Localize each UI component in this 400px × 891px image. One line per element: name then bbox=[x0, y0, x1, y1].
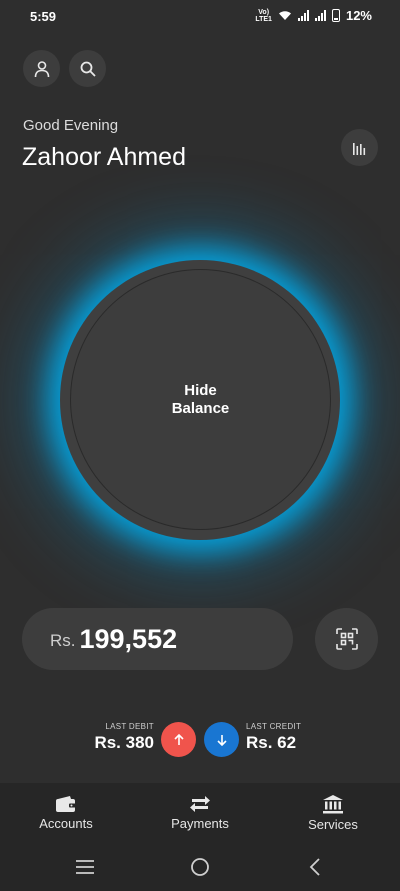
transfer-icon bbox=[190, 796, 210, 812]
battery-icon bbox=[331, 9, 340, 22]
last-credit-amount: Rs. 62 bbox=[246, 733, 297, 752]
debit-button[interactable] bbox=[161, 722, 196, 757]
menu-icon bbox=[76, 860, 94, 874]
bank-icon bbox=[323, 795, 343, 814]
search-icon bbox=[80, 61, 96, 77]
back-button[interactable] bbox=[303, 857, 327, 877]
nav-payments-label: Payments bbox=[171, 816, 229, 831]
balance-currency: Rs. bbox=[50, 631, 76, 650]
signal-icon bbox=[297, 10, 309, 21]
signal-icon-2 bbox=[314, 10, 326, 21]
balance-amount: 199,552 bbox=[79, 623, 178, 654]
last-credit: LAST CREDIT Rs. 62 bbox=[246, 722, 301, 753]
bar-chart-icon bbox=[352, 142, 365, 155]
nav-payments[interactable]: Payments bbox=[140, 783, 260, 843]
insights-button[interactable] bbox=[341, 129, 378, 166]
greeting-text: Good Evening bbox=[23, 117, 119, 134]
hide-balance-line1: Hide bbox=[184, 381, 217, 399]
nav-services-label: Services bbox=[308, 817, 358, 832]
qr-scan-icon bbox=[335, 628, 358, 650]
home-button[interactable] bbox=[188, 857, 212, 877]
battery-percent: 12% bbox=[345, 8, 372, 23]
volte-icon: Vo) LTE1 bbox=[255, 8, 272, 23]
hide-balance-button[interactable]: Hide Balance bbox=[70, 269, 331, 530]
system-nav-bar bbox=[0, 843, 400, 891]
credit-button[interactable] bbox=[204, 722, 239, 757]
search-button[interactable] bbox=[69, 50, 106, 87]
profile-button[interactable] bbox=[23, 50, 60, 87]
app-screen: 5:59 Vo) LTE1 12% Good Evening Zahoor Ahm… bbox=[0, 0, 400, 891]
recent-apps-button[interactable] bbox=[73, 857, 97, 877]
back-chevron-icon bbox=[309, 858, 320, 876]
status-icons: Vo) LTE1 12% bbox=[255, 8, 372, 23]
status-bar: 5:59 Vo) LTE1 12% bbox=[0, 0, 400, 34]
wallet-icon bbox=[56, 796, 76, 812]
arrow-up-icon bbox=[173, 733, 184, 745]
nav-accounts[interactable]: Accounts bbox=[6, 783, 126, 843]
wifi-icon bbox=[278, 11, 291, 20]
qr-scan-button[interactable] bbox=[315, 608, 378, 670]
home-circle-icon bbox=[191, 858, 209, 876]
hide-balance-line2: Balance bbox=[171, 399, 230, 417]
bottom-nav: Accounts Payments Services bbox=[0, 783, 400, 843]
nav-services[interactable]: Services bbox=[273, 783, 393, 843]
arrow-down-icon bbox=[216, 734, 227, 746]
last-debit-label: LAST DEBIT bbox=[105, 722, 154, 731]
status-time: 5:59 bbox=[30, 9, 57, 24]
nav-accounts-label: Accounts bbox=[39, 816, 93, 831]
person-icon bbox=[34, 60, 49, 77]
user-name: Zahoor Ahmed bbox=[22, 143, 186, 171]
balance-pill[interactable]: Rs. 199,552 bbox=[22, 608, 293, 670]
last-debit-amount: Rs. 380 bbox=[94, 733, 154, 752]
last-debit: LAST DEBIT Rs. 380 bbox=[94, 722, 154, 753]
last-credit-label: LAST CREDIT bbox=[246, 722, 302, 731]
